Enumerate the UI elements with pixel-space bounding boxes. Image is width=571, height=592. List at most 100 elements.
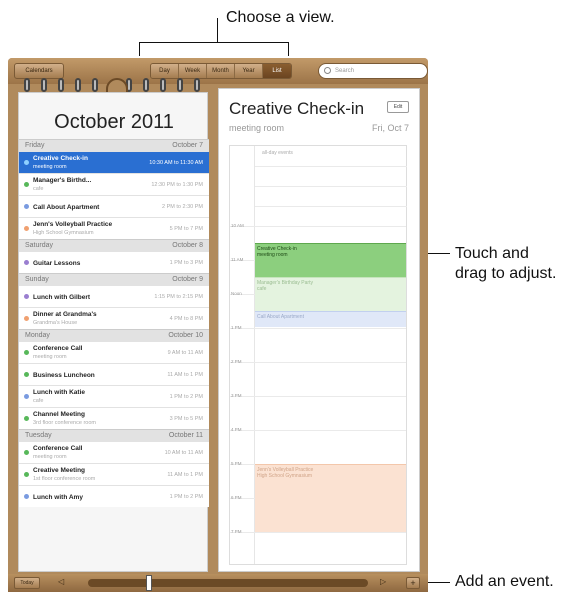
event-title: Creative Check-in	[33, 155, 88, 162]
calendars-button[interactable]: Calendars	[14, 63, 64, 79]
day-header: Monday October 10	[19, 329, 209, 341]
list-item[interactable]: Lunch with Amy 1 PM to 2 PM	[19, 485, 209, 507]
event-title: Channel Meeting	[33, 411, 86, 418]
day-date: October 9	[172, 276, 203, 283]
day-date: October 11	[168, 432, 203, 439]
event-time: 12:30 PM to 1:30 PM	[151, 182, 203, 188]
event-location: cafe	[33, 398, 44, 404]
view-tab-month[interactable]: Month	[207, 64, 235, 78]
add-event-button[interactable]: +	[406, 577, 420, 589]
event-time: 10 AM to 11 AM	[164, 450, 203, 456]
day-date: October 10	[168, 332, 203, 339]
callout-touch-drag-1: Touch and	[455, 245, 529, 262]
event-time: 11 AM to 1 PM	[167, 372, 203, 378]
calendar-color-dot	[24, 350, 29, 355]
list-item[interactable]: Conference Call meeting room 10 AM to 11 A…	[19, 441, 209, 463]
event-title: Call About Apartment	[33, 204, 100, 211]
hour-label: 1 PM	[231, 325, 242, 330]
calendar-color-dot	[24, 204, 29, 209]
event-detail-page: Creative Check-in Edit meeting room Fri,…	[218, 88, 420, 572]
all-day-line	[255, 186, 407, 187]
event-block-location: meeting room	[257, 252, 288, 258]
event-location: 3rd floor conference room	[33, 420, 96, 426]
search-placeholder: Search	[335, 68, 355, 74]
search-field[interactable]: Search	[318, 63, 428, 79]
event-block-location: cafe	[257, 286, 267, 292]
view-tab-year[interactable]: Year	[235, 64, 263, 78]
event-block[interactable]: Manager's Birthday Party cafe	[255, 277, 406, 311]
list-item[interactable]: Jenn's Volleyball Practice High School Gy…	[19, 217, 209, 239]
calendar-color-dot	[24, 260, 29, 265]
event-title: Lunch with Katie	[33, 389, 85, 396]
hour-label: Noon	[231, 291, 242, 296]
event-date: Fri, Oct 7	[371, 123, 409, 133]
callout-add-event: Add an event.	[455, 573, 554, 590]
list-item[interactable]: Manager's Birthd... cafe 12:30 PM to 1:30 …	[19, 173, 209, 195]
list-item[interactable]: Guitar Lessons 1 PM to 3 PM	[19, 251, 209, 273]
binding-ring	[41, 78, 47, 92]
date-scrubber-thumb[interactable]	[146, 575, 152, 591]
event-time: 1 PM to 2 PM	[169, 394, 203, 400]
event-title: Creative Check-in	[229, 99, 365, 118]
hour-label: 7 PM	[231, 529, 242, 534]
next-arrow-icon[interactable]: ▷	[380, 577, 386, 586]
hour-line	[230, 328, 406, 329]
calendar-color-dot	[24, 394, 29, 399]
view-tab-day[interactable]: Day	[151, 64, 179, 78]
event-block[interactable]: Jenn's Volleyball Practice High School Gy…	[255, 464, 406, 532]
event-time: 3 PM to 5 PM	[169, 416, 203, 422]
view-tab-week[interactable]: Week	[179, 64, 207, 78]
view-selector: Day Week Month Year List	[150, 63, 292, 79]
binding-ring	[177, 78, 183, 92]
callout-line-choose-view-bracket	[139, 42, 289, 43]
day-name: Sunday	[25, 276, 49, 283]
event-time: 1 PM to 3 PM	[169, 260, 203, 266]
list-item[interactable]: Creative Meeting 1st floor conference roo…	[19, 463, 209, 485]
day-date: October 8	[172, 242, 203, 249]
list-item[interactable]: Dinner at Grandma's Grandma's House 4 PM t…	[19, 307, 209, 329]
list-item[interactable]: Conference Call meeting room 9 AM to 11 AM	[19, 341, 209, 363]
event-title: Manager's Birthd...	[33, 177, 92, 184]
hour-line	[230, 532, 406, 533]
calendar-color-dot	[24, 160, 29, 165]
list-item[interactable]: Business Luncheon 11 AM to 1 PM	[19, 363, 209, 385]
prev-arrow-icon[interactable]: ◁	[58, 577, 64, 586]
list-item[interactable]: Call About Apartment 2 PM to 2:30 PM	[19, 195, 209, 217]
event-location: 1st floor conference room	[33, 476, 96, 482]
binding-ring	[75, 78, 81, 92]
callout-touch-drag-2: drag to adjust.	[455, 265, 557, 282]
callout-line-bracket-left	[139, 42, 140, 56]
view-tab-list[interactable]: List	[263, 64, 291, 78]
calendar-color-dot	[24, 472, 29, 477]
selected-event-block[interactable]: Creative Check-in meeting room	[255, 243, 406, 277]
hour-label: 10 AM	[231, 223, 244, 228]
all-day-label: all-day events	[262, 150, 293, 156]
day-name: Friday	[25, 142, 45, 149]
edit-button[interactable]: Edit	[387, 101, 409, 113]
event-list: Friday October 7 Creative Check-in meeting …	[19, 139, 209, 507]
event-title: Conference Call	[33, 345, 83, 352]
calendar-color-dot	[24, 450, 29, 455]
binding-ring	[194, 78, 200, 92]
event-location: cafe	[33, 186, 44, 192]
event-block[interactable]: Call About Apartment	[255, 311, 406, 327]
date-scrubber[interactable]	[88, 579, 368, 587]
event-location: meeting room	[229, 123, 285, 133]
event-time: 1:15 PM to 2:15 PM	[154, 294, 203, 300]
list-item[interactable]: Lunch with Gilbert 1:15 PM to 2:15 PM	[19, 285, 209, 307]
list-item[interactable]: Creative Check-in meeting room 10:30 AM to…	[19, 151, 209, 173]
day-timeline[interactable]: all-day events 10 AM 11 AM Noon 1 PM 2 PM 3 P…	[229, 145, 407, 565]
list-item[interactable]: Lunch with Katie cafe 1 PM to 2 PM	[19, 385, 209, 407]
list-item[interactable]: Channel Meeting 3rd floor conference room…	[19, 407, 209, 429]
day-header: Saturday October 8	[19, 239, 209, 251]
binding-ring	[58, 78, 64, 92]
day-date: October 7	[172, 142, 203, 149]
binding-ring	[24, 78, 30, 92]
event-list-page: October 2011 Friday October 7 Creative Che…	[18, 92, 209, 572]
hour-label: 3 PM	[231, 393, 242, 398]
today-button[interactable]: Today	[14, 577, 40, 589]
event-time: 11 AM to 1 PM	[167, 472, 203, 478]
event-location: meeting room	[33, 354, 67, 360]
event-time: 1 PM to 2 PM	[169, 494, 203, 500]
event-time: 9 AM to 11 AM	[167, 350, 203, 356]
